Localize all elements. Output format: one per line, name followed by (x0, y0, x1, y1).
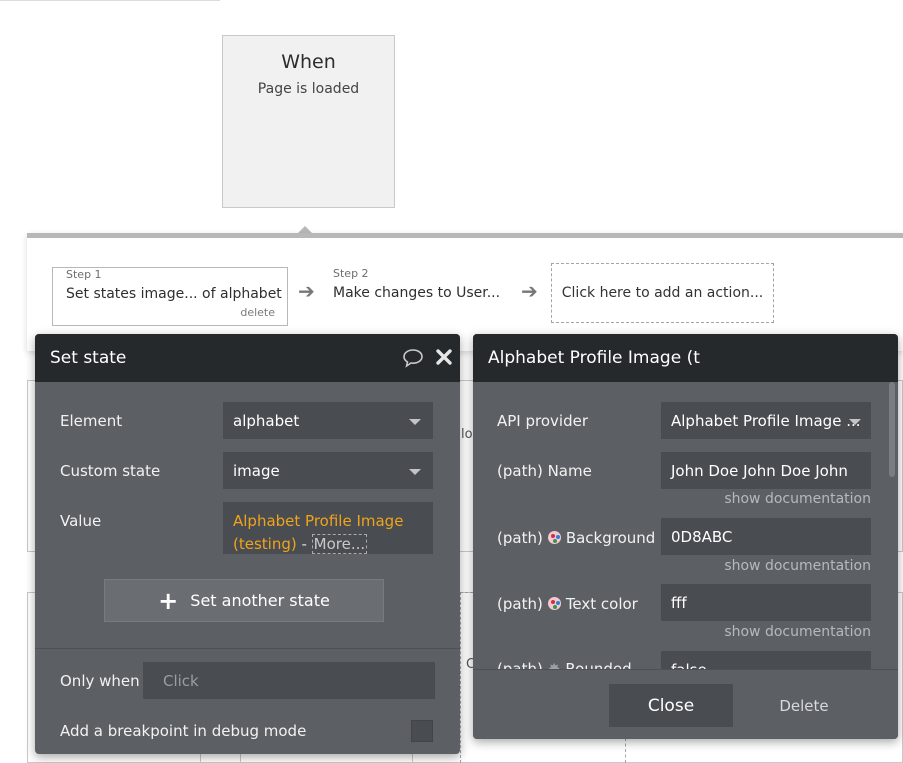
background-text-fragment: lo (461, 427, 473, 442)
element-label: Element (60, 412, 123, 430)
arrow-right-icon: ➔ (521, 279, 538, 303)
step-1-label: Step 1 (66, 268, 102, 281)
divider (35, 648, 460, 649)
chevron-down-icon (849, 419, 861, 425)
text-color-param-label: (path) Text color (497, 595, 638, 613)
text-color-param-value: fff (671, 593, 687, 612)
step-2-card[interactable]: Step 2 Make changes to User... (320, 267, 520, 326)
rounded-param-value: false (671, 661, 707, 670)
palette-icon (547, 597, 561, 610)
close-icon[interactable] (435, 347, 453, 372)
name-param-input[interactable]: John Doe John Doe John (661, 452, 871, 489)
api-provider-value: Alphabet Profile Image ... (671, 411, 861, 430)
close-button[interactable]: Close (609, 684, 733, 727)
value-label: Value (60, 512, 102, 530)
param-prefix: (path) (497, 595, 543, 613)
rounded-param-input[interactable]: false (661, 651, 871, 669)
show-documentation-link[interactable]: show documentation (661, 558, 871, 574)
api-call-header: Alphabet Profile Image (t (473, 334, 898, 382)
step-2-title: Make changes to User... (333, 285, 501, 301)
chevron-down-icon (409, 419, 421, 425)
step-1-title: Set states image... of alphabet (66, 286, 282, 302)
set-state-panel: Set state Element alphabet Custom state … (35, 334, 460, 754)
delete-button[interactable]: Delete (769, 684, 839, 727)
api-panel-footer: Close Delete (473, 669, 898, 739)
set-another-state-button[interactable]: + Set another state (104, 579, 384, 622)
param-name: Rounded (565, 660, 632, 669)
set-state-header: Set state (35, 334, 460, 382)
param-name: Background (565, 529, 656, 547)
chevron-down-icon (409, 469, 421, 475)
event-card-page-loaded[interactable]: When Page is loaded (222, 35, 395, 208)
breakpoint-checkbox[interactable] (411, 720, 433, 742)
custom-state-dropdown[interactable]: image (223, 452, 433, 489)
background-param-input[interactable]: 0D8ABC (661, 518, 871, 555)
show-documentation-link[interactable]: show documentation (661, 624, 871, 640)
arrow-right-icon: ➔ (298, 279, 315, 303)
name-param-label: (path) Name (497, 462, 592, 480)
show-documentation-link[interactable]: show documentation (661, 491, 871, 507)
api-provider-label: API provider (497, 412, 588, 430)
value-expression-field[interactable]: Alphabet Profile Image (testing) - More.… (223, 502, 433, 554)
only-when-input[interactable]: Click (143, 662, 435, 699)
plus-icon: + (158, 586, 179, 615)
param-prefix: (path) (497, 660, 543, 669)
custom-state-value: image (233, 461, 280, 480)
set-another-state-label: Set another state (190, 591, 330, 610)
param-prefix: (path) (497, 529, 543, 547)
param-name: Text color (565, 595, 638, 613)
breakpoint-label: Add a breakpoint in debug mode (60, 722, 307, 740)
event-title: When (281, 51, 336, 73)
text-color-param-input[interactable]: fff (661, 584, 871, 621)
canvas-top-line (0, 0, 220, 1)
palette-icon (547, 531, 561, 544)
dashed-divider (625, 738, 626, 763)
add-action-placeholder[interactable]: Click here to add an action... (551, 263, 774, 323)
only-when-placeholder: Click (163, 671, 199, 690)
panel-title: Alphabet Profile Image (t (488, 348, 700, 368)
event-subtitle: Page is loaded (257, 81, 360, 97)
comment-icon[interactable] (402, 348, 424, 373)
background-param-label: (path) Background (497, 529, 655, 547)
element-value: alphabet (233, 411, 300, 430)
element-dropdown[interactable]: alphabet (223, 402, 433, 439)
api-call-panel: Alphabet Profile Image (t API provider A… (473, 334, 898, 739)
value-more-link[interactable]: More... (311, 534, 368, 554)
step-1-delete-link[interactable]: delete (240, 306, 275, 319)
step-1-card[interactable]: Step 1 Set states image... of alphabet d… (52, 267, 288, 326)
background-param-value: 0D8ABC (671, 527, 733, 546)
gear-icon: ✸ (547, 660, 561, 669)
panel-title: Set state (50, 348, 127, 368)
api-params-scroll-area[interactable]: API provider Alphabet Profile Image ... … (473, 382, 898, 669)
value-separator: - (296, 535, 312, 553)
only-when-label: Only when (60, 672, 140, 690)
custom-state-label: Custom state (60, 462, 161, 480)
dashed-divider (460, 592, 461, 763)
dashed-divider (460, 592, 473, 593)
rounded-param-label: (path) ✸ Rounded (497, 660, 632, 669)
scrollbar-thumb[interactable] (889, 382, 895, 477)
name-param-value: John Doe John Doe John (671, 461, 848, 480)
api-provider-dropdown[interactable]: Alphabet Profile Image ... (661, 402, 871, 439)
step-2-label: Step 2 (333, 267, 369, 280)
